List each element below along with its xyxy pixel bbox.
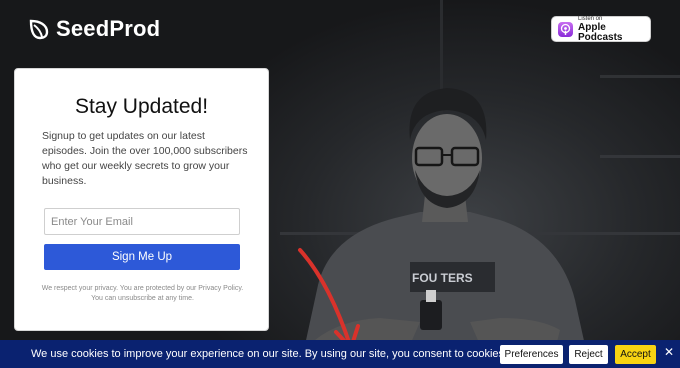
reject-button[interactable]: Reject — [569, 345, 608, 364]
close-icon[interactable]: ✕ — [664, 345, 674, 359]
apple-podcasts-badge[interactable]: Listen on Apple Podcasts — [551, 16, 651, 42]
signup-description: Signup to get updates on our latest epis… — [42, 130, 248, 187]
badge-title: Apple Podcasts — [578, 21, 623, 43]
signup-card: Stay Updated! Signup to get updates on o… — [14, 68, 269, 331]
cookie-consent-bar: We use cookies to improve your experienc… — [0, 340, 680, 368]
accept-button[interactable]: Accept — [615, 345, 656, 364]
leaf-icon — [29, 19, 49, 40]
privacy-note: We respect your privacy. You are protect… — [41, 285, 244, 302]
podcast-icon — [558, 21, 573, 37]
badge-small-text: Listen on — [578, 15, 603, 22]
email-input[interactable] — [44, 208, 240, 235]
brand-name: SeedProd — [56, 16, 161, 41]
cookie-message: We use cookies to improve your experienc… — [31, 348, 508, 360]
seedprod-logo[interactable]: SeedProd — [28, 16, 160, 42]
sign-me-up-button[interactable]: Sign Me Up — [44, 244, 240, 270]
svg-text:FOU TERS: FOU TERS — [412, 271, 473, 285]
preferences-button[interactable]: Preferences — [500, 345, 563, 364]
signup-title: Stay Updated! — [74, 95, 209, 118]
